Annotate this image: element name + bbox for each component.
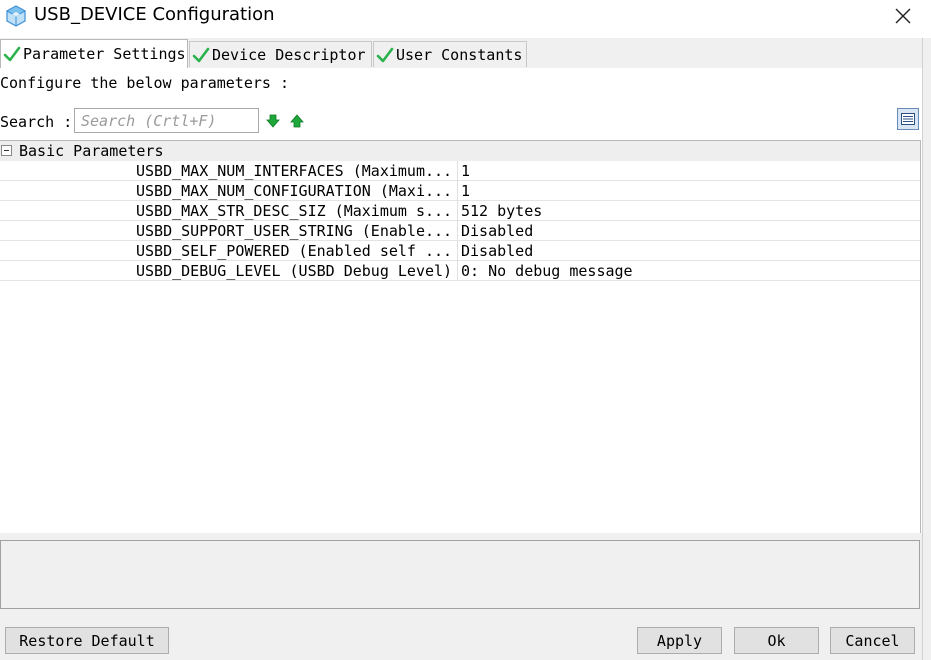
param-value[interactable]: 1 xyxy=(461,181,470,201)
view-toggle-button[interactable] xyxy=(897,108,919,130)
cancel-button[interactable]: Cancel xyxy=(830,627,915,654)
restore-default-button[interactable]: Restore Default xyxy=(5,627,169,654)
search-input[interactable] xyxy=(74,108,259,133)
tab-label: Device Descriptor xyxy=(212,45,366,64)
table-row[interactable]: USBD_SELF_POWERED (Enabled self ... Disa… xyxy=(0,241,920,261)
group-label: Basic Parameters xyxy=(19,142,164,160)
parameters-table: Basic Parameters USBD_MAX_NUM_INTERFACES… xyxy=(0,140,921,533)
param-value[interactable]: Disabled xyxy=(461,241,533,261)
search-label: Search : xyxy=(0,113,73,131)
close-button[interactable] xyxy=(884,0,922,32)
cube-icon xyxy=(5,5,27,27)
title-bar: USB_DEVICE Configuration xyxy=(0,0,931,38)
table-row[interactable]: USBD_MAX_STR_DESC_SIZ (Maximum s... 512 … xyxy=(0,201,920,221)
close-icon xyxy=(895,8,911,24)
column-divider xyxy=(457,201,458,221)
group-row-basic-parameters[interactable]: Basic Parameters xyxy=(0,141,920,161)
param-name: USBD_SUPPORT_USER_STRING (Enable... xyxy=(136,222,453,240)
check-icon xyxy=(376,47,394,62)
tab-user-constants[interactable]: User Constants xyxy=(373,41,527,67)
config-dialog: USB_DEVICE Configuration Parameter Setti… xyxy=(0,0,931,660)
arrow-up-icon[interactable] xyxy=(290,114,304,128)
table-row[interactable]: USBD_SUPPORT_USER_STRING (Enable... Disa… xyxy=(0,221,920,241)
column-divider xyxy=(457,161,458,181)
collapse-icon[interactable] xyxy=(1,145,12,156)
param-name: USBD_SELF_POWERED (Enabled self ... xyxy=(136,242,453,260)
param-name: USBD_MAX_NUM_INTERFACES (Maximum... xyxy=(136,162,453,180)
configure-label: Configure the below parameters : xyxy=(0,74,289,92)
tab-bar: Parameter Settings Device Descriptor Use… xyxy=(0,38,931,68)
tab-device-descriptor[interactable]: Device Descriptor xyxy=(189,41,372,67)
description-panel xyxy=(0,540,920,609)
column-divider xyxy=(457,261,458,281)
apply-button[interactable]: Apply xyxy=(637,627,722,654)
parameter-settings-panel: Configure the below parameters : Search … xyxy=(0,68,922,533)
table-row[interactable]: USBD_MAX_NUM_INTERFACES (Maximum... 1 xyxy=(0,161,920,181)
window-edge xyxy=(922,38,931,660)
tab-label: Parameter Settings xyxy=(23,45,186,63)
check-icon xyxy=(3,46,21,62)
table-row[interactable]: USBD_MAX_NUM_CONFIGURATION (Maxi... 1 xyxy=(0,181,920,201)
tab-parameter-settings[interactable]: Parameter Settings xyxy=(0,39,188,68)
param-name: USBD_DEBUG_LEVEL (USBD Debug Level) xyxy=(136,262,453,280)
param-value[interactable]: Disabled xyxy=(461,221,533,241)
arrow-down-icon[interactable] xyxy=(266,114,280,128)
window-title: USB_DEVICE Configuration xyxy=(34,4,275,25)
param-value[interactable]: 512 bytes xyxy=(461,201,542,221)
column-divider xyxy=(457,221,458,241)
param-value[interactable]: 0: No debug message xyxy=(461,261,633,281)
table-row[interactable]: USBD_DEBUG_LEVEL (USBD Debug Level) 0: N… xyxy=(0,261,920,281)
list-view-icon xyxy=(901,113,915,125)
param-value[interactable]: 1 xyxy=(461,161,470,181)
param-name: USBD_MAX_STR_DESC_SIZ (Maximum s... xyxy=(136,202,453,220)
column-divider xyxy=(457,241,458,261)
tab-label: User Constants xyxy=(396,45,523,64)
check-icon xyxy=(192,47,210,62)
param-name: USBD_MAX_NUM_CONFIGURATION (Maxi... xyxy=(136,182,453,200)
column-divider xyxy=(457,181,458,201)
ok-button[interactable]: Ok xyxy=(734,627,819,654)
